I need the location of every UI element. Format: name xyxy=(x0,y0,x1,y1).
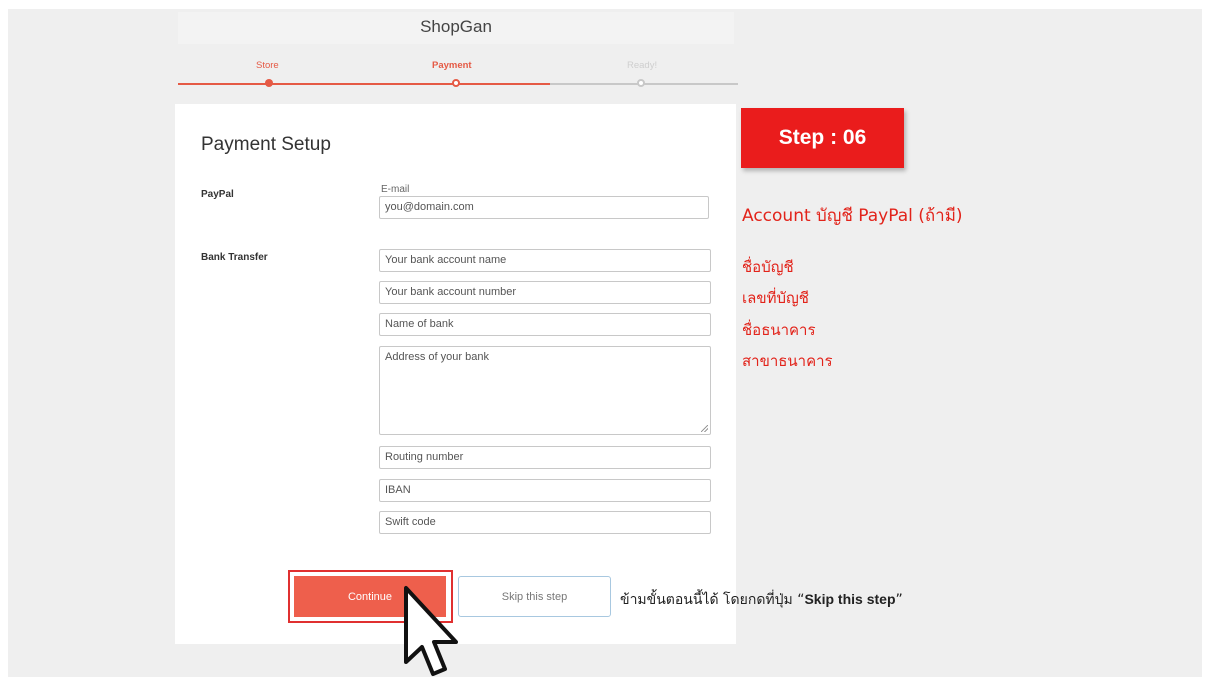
bank-name-input[interactable]: Name of bank xyxy=(379,313,711,336)
bank-address-placeholder: Address of your bank xyxy=(385,351,489,363)
resize-grip-icon[interactable] xyxy=(701,425,708,432)
step-ready-label: Ready! xyxy=(627,60,658,71)
bank-account-name-annotation: ชื่อบัญชี xyxy=(742,258,794,276)
step-payment-dot xyxy=(452,79,460,87)
bank-branch-annotation: สาขาธนาคาร xyxy=(742,352,833,370)
progress-steps: Store Payment Ready! xyxy=(178,48,738,94)
skip-note-suffix: ” xyxy=(895,592,903,608)
step-badge: Step : 06 xyxy=(741,108,904,168)
bank-address-textarea[interactable]: Address of your bank xyxy=(379,346,711,435)
page-title: Payment Setup xyxy=(201,134,331,155)
skip-step-button[interactable]: Skip this step xyxy=(458,576,611,617)
bank-name-annotation: ชื่อธนาคาร xyxy=(742,321,816,339)
paypal-annotation: Account บัญชี PayPal (ถ้ามี) xyxy=(742,206,963,226)
mouse-pointer-icon xyxy=(404,586,458,676)
swift-code-input[interactable]: Swift code xyxy=(379,511,711,534)
bank-account-name-input[interactable]: Your bank account name xyxy=(379,249,711,272)
app-title: ShopGan xyxy=(178,12,734,44)
progress-line-done xyxy=(178,83,550,85)
iban-input[interactable]: IBAN xyxy=(379,479,711,502)
step-payment-label[interactable]: Payment xyxy=(432,60,472,71)
paypal-email-input[interactable]: you@domain.com xyxy=(379,196,709,219)
payment-setup-card: Payment Setup PayPal E-mail you@domain.c… xyxy=(175,104,736,644)
bank-account-number-annotation: เลขที่บัญชี xyxy=(742,289,809,307)
paypal-section-label: PayPal xyxy=(201,189,234,200)
email-field-label: E-mail xyxy=(381,184,410,195)
skip-note-prefix: ข้ามขั้นตอนนี้ได้ โดยกดที่ปุ่ม “ xyxy=(620,592,805,608)
skip-step-note: ข้ามขั้นตอนนี้ได้ โดยกดที่ปุ่ม “Skip thi… xyxy=(620,589,903,611)
bank-account-number-input[interactable]: Your bank account number xyxy=(379,281,711,304)
routing-number-input[interactable]: Routing number xyxy=(379,446,711,469)
step-store-dot xyxy=(265,79,273,87)
bank-transfer-section-label: Bank Transfer xyxy=(201,252,268,263)
step-store-label[interactable]: Store xyxy=(256,60,279,71)
step-ready-dot xyxy=(637,79,645,87)
skip-note-bold: Skip this step xyxy=(804,591,896,607)
